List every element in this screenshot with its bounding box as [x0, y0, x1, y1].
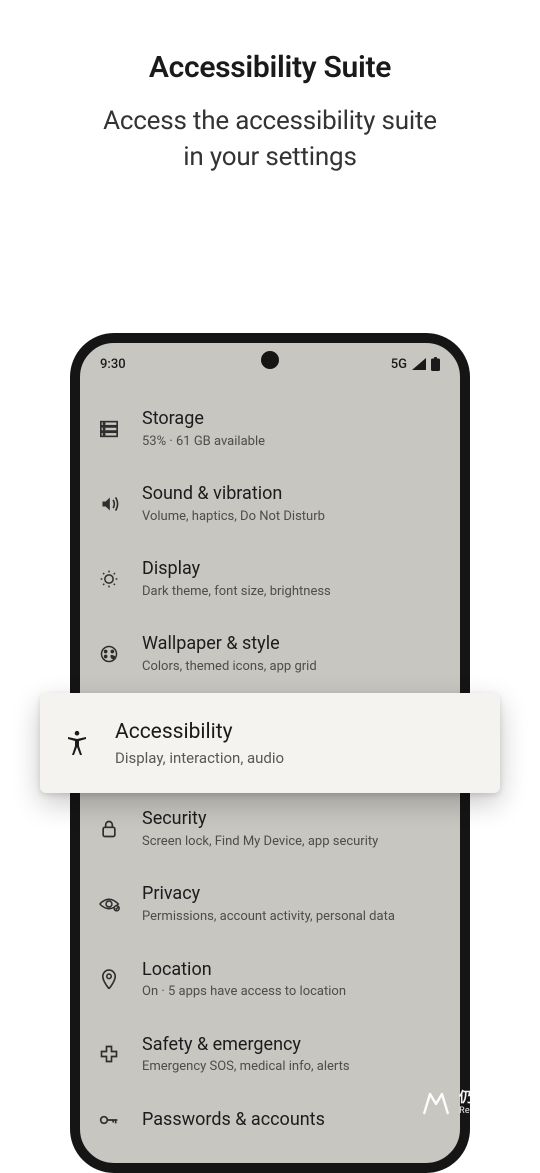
settings-item-accessibility[interactable]: Accessibility Display, interaction, audi…	[40, 693, 500, 793]
display-icon	[98, 568, 120, 590]
signal-icon	[412, 358, 426, 370]
settings-item-sound[interactable]: Sound & vibration Volume, haptics, Do No…	[80, 466, 460, 541]
settings-item-security[interactable]: Security Screen lock, Find My Device, ap…	[80, 791, 460, 866]
item-subtitle: Screen lock, Find My Device, app securit…	[142, 834, 440, 850]
location-icon	[98, 968, 120, 990]
watermark-logo-icon	[419, 1090, 453, 1118]
item-subtitle: Dark theme, font size, brightness	[142, 584, 440, 600]
security-icon	[98, 818, 120, 840]
storage-icon	[98, 418, 120, 440]
settings-item-location[interactable]: Location On · 5 apps have access to loca…	[80, 942, 460, 1017]
passwords-icon	[98, 1109, 120, 1131]
item-title: Passwords & accounts	[142, 1109, 440, 1132]
item-title: Location	[142, 959, 440, 982]
item-title: Display	[142, 558, 440, 581]
item-subtitle: On · 5 apps have access to location	[142, 984, 440, 1000]
item-subtitle: Volume, haptics, Do Not Disturb	[142, 509, 440, 525]
item-title: Privacy	[142, 883, 440, 906]
safety-icon	[98, 1043, 120, 1065]
item-title: Accessibility	[115, 719, 476, 745]
hero-title: Accessibility Suite	[0, 50, 540, 85]
settings-item-passwords[interactable]: Passwords & accounts	[80, 1092, 460, 1149]
hero-subtitle-line: in your settings	[183, 142, 356, 172]
status-bar: 9:30 5G	[80, 353, 460, 375]
item-subtitle: Emergency SOS, medical info, alerts	[142, 1059, 440, 1075]
watermark-text-en: RengwanGames	[459, 1107, 528, 1117]
item-title: Safety & emergency	[142, 1034, 440, 1057]
settings-item-storage[interactable]: Storage 53% · 61 GB available	[80, 391, 460, 466]
item-subtitle: 53% · 61 GB available	[142, 434, 440, 450]
settings-item-wallpaper[interactable]: Wallpaper & style Colors, themed icons, …	[80, 616, 460, 691]
item-subtitle: Permissions, account activity, personal …	[142, 909, 440, 925]
status-time: 9:30	[100, 357, 126, 372]
battery-icon	[431, 357, 440, 371]
item-title: Storage	[142, 408, 440, 431]
hero-subtitle: Access the accessibility suite in your s…	[0, 103, 540, 176]
network-label: 5G	[391, 357, 407, 372]
sound-icon	[98, 493, 120, 515]
status-icons: 5G	[391, 357, 440, 372]
item-subtitle: Display, interaction, audio	[115, 749, 476, 767]
item-title: Security	[142, 808, 440, 831]
item-title: Sound & vibration	[142, 483, 440, 506]
watermark: 仍玩游戏 RengwanGames	[419, 1090, 528, 1118]
settings-item-privacy[interactable]: Privacy Permissions, account activity, p…	[80, 866, 460, 941]
accessibility-icon	[64, 730, 90, 756]
wallpaper-icon	[98, 643, 120, 665]
item-subtitle: Colors, themed icons, app grid	[142, 659, 440, 675]
settings-item-safety[interactable]: Safety & emergency Emergency SOS, medica…	[80, 1017, 460, 1092]
item-title: Wallpaper & style	[142, 633, 440, 656]
privacy-icon	[98, 893, 120, 915]
settings-item-display[interactable]: Display Dark theme, font size, brightnes…	[80, 541, 460, 616]
hero-subtitle-line: Access the accessibility suite	[103, 106, 437, 136]
watermark-text-zh: 仍玩游戏	[459, 1091, 528, 1106]
